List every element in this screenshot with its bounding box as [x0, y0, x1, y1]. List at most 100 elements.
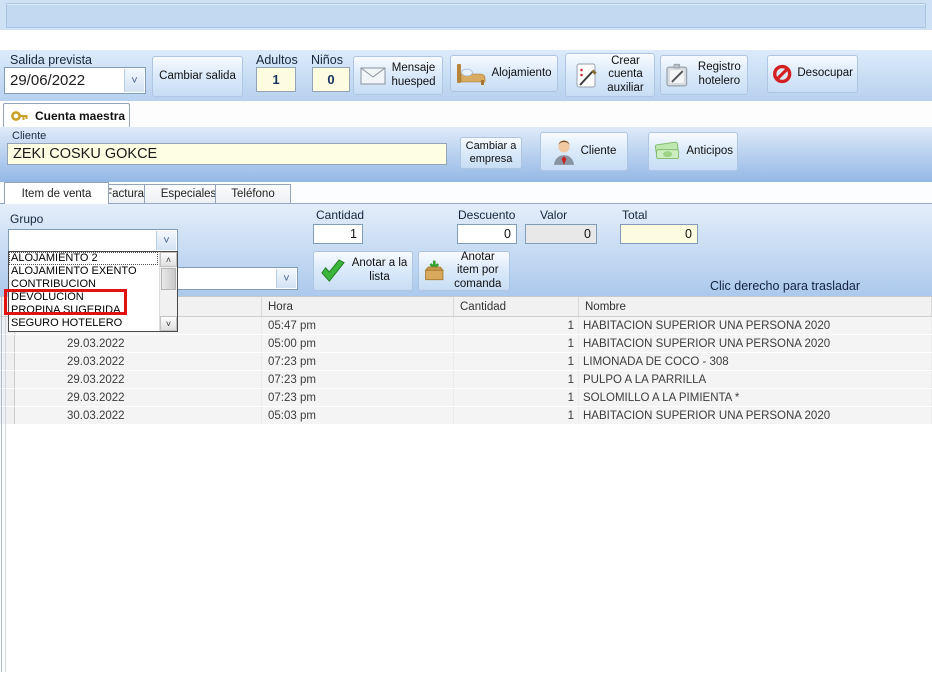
table-row[interactable]: 29.03.2022 07:23 pm 1 PULPO A LA PARRILL…	[0, 371, 932, 388]
cambiar-salida-label: Cambiar salida	[159, 70, 236, 84]
adultos-value: 1	[272, 72, 279, 87]
note-pencil-icon	[573, 62, 599, 89]
anotar-a-la-lista-button[interactable]: Anotar a la lista	[313, 251, 413, 291]
table-row[interactable]: 29.03.2022 05:00 pm 1 HABITACION SUPERIO…	[0, 335, 932, 352]
title-strip	[0, 0, 932, 31]
cambiar-salida-button[interactable]: Cambiar salida	[152, 56, 243, 97]
key-icon	[11, 109, 29, 123]
alojamiento-button[interactable]: Alojamiento	[450, 55, 558, 92]
salida-prevista-label: Salida prevista	[10, 53, 92, 67]
anotar-item-por-comanda-button[interactable]: Anotar item por comanda	[418, 251, 510, 291]
dropdown-scrollbar[interactable]	[159, 252, 177, 331]
devolucion-highlight-annotation	[4, 289, 127, 315]
mensaje-huesped-label: Mensaje huesped	[391, 62, 437, 89]
col-nombre[interactable]: Nombre	[579, 297, 932, 316]
descuento-field[interactable]: 0	[457, 224, 517, 244]
cell-fecha: 29.03.2022	[15, 353, 262, 370]
descuento-label: Descuento	[458, 208, 515, 222]
desocupar-label: Desocupar	[797, 67, 853, 81]
dropdown-option[interactable]: ALOJAMIENTO 2	[9, 252, 158, 265]
anotar-item-por-comanda-label: Anotar item por comanda	[451, 251, 505, 292]
cantidad-field[interactable]: 1	[313, 224, 363, 244]
row-selector[interactable]	[0, 353, 15, 370]
alojamiento-label: Alojamiento	[491, 67, 551, 81]
desocupar-button[interactable]: Desocupar	[767, 55, 858, 93]
cell-fecha: 30.03.2022	[15, 407, 262, 424]
ninos-label: Niños	[311, 53, 343, 67]
tab-label: Item de venta	[22, 188, 92, 200]
dropdown-option[interactable]: ALOJAMIENTO EXENTO	[9, 265, 158, 278]
cell-nombre: PULPO A LA PARRILLA	[579, 371, 932, 388]
bed-icon	[456, 62, 486, 86]
ninos-value: 0	[327, 72, 334, 87]
money-icon	[653, 140, 681, 163]
title-strip-panel	[6, 3, 926, 28]
dropdown-option[interactable]: SEGURO HOTELERO	[9, 317, 158, 330]
tab-telefono[interactable]: Teléfono	[215, 184, 291, 203]
crear-cuenta-auxiliar-label: Crear cuenta auxiliar	[604, 55, 648, 96]
chevron-down-icon[interactable]	[276, 269, 296, 288]
anotar-a-la-lista-label: Anotar a la lista	[352, 257, 408, 284]
comanda-box-icon	[423, 258, 446, 284]
crear-cuenta-auxiliar-button[interactable]: Crear cuenta auxiliar	[565, 53, 655, 97]
row-selector[interactable]	[0, 371, 15, 388]
tab-cuenta-maestra[interactable]: Cuenta maestra	[3, 103, 130, 127]
scroll-down-icon[interactable]	[160, 316, 177, 331]
cambiar-a-empresa-button[interactable]: Cambiar a empresa	[460, 137, 522, 169]
cell-cantidad: 1	[454, 407, 579, 424]
mensaje-huesped-button[interactable]: Mensaje huesped	[353, 56, 443, 95]
cliente-button[interactable]: Cliente	[540, 132, 628, 171]
cell-hora: 05:47 pm	[262, 317, 454, 334]
left-edge-line	[1, 296, 2, 672]
cell-hora: 07:23 pm	[262, 371, 454, 388]
valor-value: 0	[584, 227, 591, 241]
anticipos-button[interactable]: Anticipos	[648, 132, 738, 171]
row-selector[interactable]	[0, 389, 15, 406]
scrollbar-thumb[interactable]	[161, 268, 176, 290]
chevron-down-icon[interactable]	[124, 69, 144, 92]
row-selector[interactable]	[0, 407, 15, 424]
cell-nombre: HABITACION SUPERIOR UNA PERSONA 2020	[579, 407, 932, 424]
chevron-down-icon[interactable]	[156, 231, 176, 250]
scroll-up-icon[interactable]	[160, 252, 177, 267]
cambiar-a-empresa-label: Cambiar a empresa	[465, 140, 517, 166]
salida-date-select[interactable]: 29/06/2022	[4, 67, 146, 94]
account-tab-strip	[0, 101, 932, 127]
cell-nombre: HABITACION SUPERIOR UNA PERSONA 2020	[579, 335, 932, 352]
salida-date-value: 29/06/2022	[10, 68, 85, 93]
cliente-label: Cliente	[12, 130, 46, 142]
descuento-value: 0	[504, 227, 511, 241]
cliente-name-field[interactable]: ZEKI COSKU GOKCE	[7, 143, 447, 165]
table-row[interactable]: 29.03.2022 07:23 pm 1 LIMONADA DE COCO -…	[0, 353, 932, 370]
valor-field: 0	[525, 224, 597, 244]
grupo-select[interactable]	[8, 229, 178, 252]
col-hora[interactable]: Hora	[262, 297, 454, 316]
col-cantidad[interactable]: Cantidad	[454, 297, 579, 316]
row-selector[interactable]	[0, 335, 15, 352]
cuenta-maestra-label: Cuenta maestra	[35, 109, 125, 123]
registro-hotelero-label: Registro hotelero	[696, 61, 743, 88]
toolbar: Salida prevista 29/06/2022 Cambiar salid…	[0, 50, 932, 101]
adultos-field[interactable]: 1	[256, 67, 296, 92]
cell-hora: 05:00 pm	[262, 335, 454, 352]
cell-cantidad: 1	[454, 353, 579, 370]
cell-nombre: HABITACION SUPERIOR UNA PERSONA 2020	[579, 317, 932, 334]
client-panel: Cliente ZEKI COSKU GOKCE Cambiar a empre…	[0, 127, 932, 182]
left-edge-line	[5, 296, 6, 672]
items-table-body: 29.03.2022 05:47 pm 1 HABITACION SUPERIO…	[0, 317, 932, 425]
tab-item-de-venta[interactable]: Item de venta	[4, 182, 109, 204]
cell-hora: 07:23 pm	[262, 389, 454, 406]
cell-fecha: 29.03.2022	[15, 335, 262, 352]
cell-cantidad: 1	[454, 389, 579, 406]
table-row[interactable]: 29.03.2022 07:23 pm 1 SOLOMILLO A LA PIM…	[0, 389, 932, 406]
cell-cantidad: 1	[454, 371, 579, 388]
registro-hotelero-button[interactable]: Registro hotelero	[660, 55, 748, 95]
cantidad-label: Cantidad	[316, 208, 364, 222]
cell-cantidad: 1	[454, 317, 579, 334]
table-row[interactable]: 30.03.2022 05:03 pm 1 HABITACION SUPERIO…	[0, 407, 932, 424]
tab-label: Facturar	[105, 188, 148, 200]
total-field: 0	[620, 224, 698, 244]
grupo-label: Grupo	[10, 212, 43, 226]
ninos-field[interactable]: 0	[312, 67, 350, 92]
window-tab-bar: Rack de habitaciones Cuenta Habitacion: …	[0, 30, 932, 50]
